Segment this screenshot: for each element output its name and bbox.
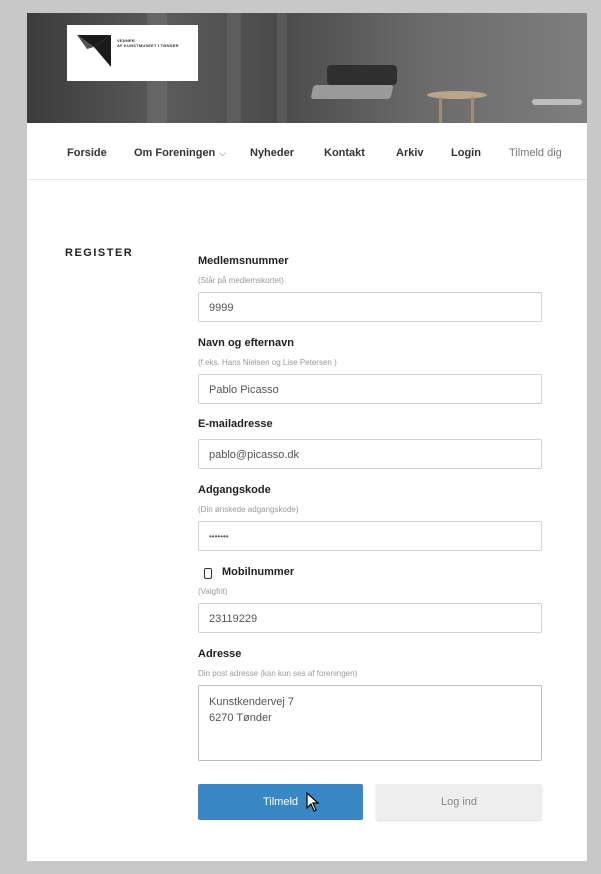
- email-input[interactable]: pablo@picasso.dk: [198, 439, 542, 469]
- name-label: Navn og efternavn: [198, 337, 294, 349]
- password-hint: (Din ønskede adgangskode): [198, 505, 299, 514]
- mobile-label-row: Mobilnummer: [198, 566, 318, 582]
- email-label: E-mailadresse: [198, 418, 273, 430]
- password-label: Adgangskode: [198, 484, 271, 496]
- address-hint: Din post adresse (kan kun ses af forenin…: [198, 669, 358, 678]
- name-hint: (f.eks. Hans Nielsen og Lise Petersen ): [198, 358, 337, 367]
- mobile-input[interactable]: 23119229: [198, 603, 542, 633]
- mobile-label: Mobilnummer: [222, 566, 295, 578]
- member-number-input[interactable]: 9999: [198, 292, 542, 322]
- member-number-label: Medlemsnummer: [198, 255, 289, 267]
- address-label: Adresse: [198, 648, 242, 660]
- nav-item-tilmeld-dig[interactable]: Tilmeld dig: [509, 147, 562, 159]
- nav-item-kontakt[interactable]: Kontakt: [324, 147, 365, 159]
- password-input[interactable]: •••••••: [198, 521, 542, 551]
- main-navigation: Forside Om Foreningen ⌵ Nyheder Kontakt A…: [27, 123, 587, 180]
- mobile-phone-icon: [204, 568, 212, 579]
- nav-item-arkiv[interactable]: Arkiv: [396, 147, 424, 159]
- logo-mark-icon: [77, 35, 111, 67]
- mouse-cursor-icon: [306, 792, 320, 812]
- name-input[interactable]: Pablo Picasso: [198, 374, 542, 404]
- logo-text: VENNER AF KUNSTMUSEET I TØNDER: [117, 38, 179, 48]
- login-button[interactable]: Log ind: [376, 784, 542, 820]
- page: VENNER AF KUNSTMUSEET I TØNDER Forside O…: [27, 13, 587, 861]
- section-title: REGISTER: [65, 247, 134, 259]
- nav-item-nyheder[interactable]: Nyheder: [250, 147, 294, 159]
- site-logo[interactable]: VENNER AF KUNSTMUSEET I TØNDER: [67, 25, 198, 81]
- header-image: VENNER AF KUNSTMUSEET I TØNDER: [27, 13, 587, 123]
- nav-item-login[interactable]: Login: [451, 147, 481, 159]
- nav-item-forside[interactable]: Forside: [67, 147, 107, 159]
- address-textarea[interactable]: Kunstkendervej 7 6270 Tønder: [198, 685, 542, 761]
- submit-button[interactable]: Tilmeld: [198, 784, 363, 820]
- mobile-hint: (Valgfrit): [198, 587, 228, 596]
- member-number-hint: (Står på medlemskortet): [198, 276, 284, 285]
- chevron-down-icon: ⌵: [219, 148, 227, 158]
- nav-item-om-foreningen[interactable]: Om Foreningen ⌵: [134, 147, 226, 159]
